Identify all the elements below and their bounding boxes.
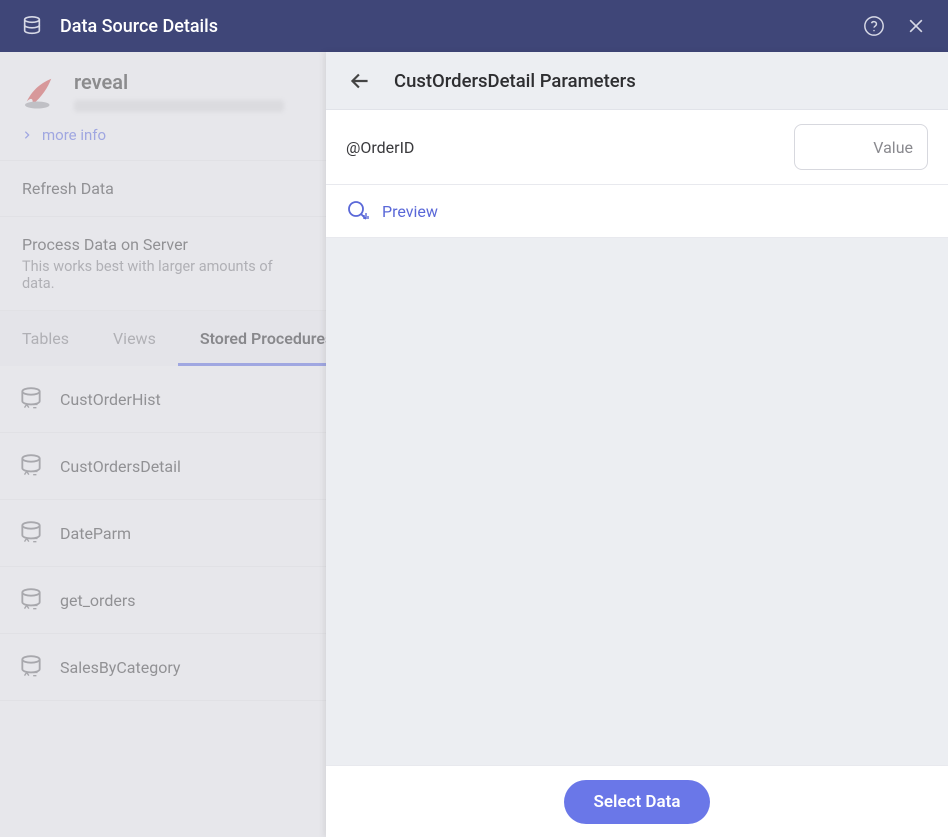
stored-proc-icon [18, 453, 44, 479]
list-item[interactable]: DateParm [0, 500, 326, 567]
procedure-list: CustOrderHist CustOrdersDetail [0, 366, 326, 837]
help-icon[interactable] [860, 12, 888, 40]
more-info-link[interactable]: more info [0, 116, 326, 160]
list-item[interactable]: get_orders [0, 567, 326, 634]
preview-label: Preview [382, 202, 438, 221]
proc-name: SalesByCategory [60, 658, 180, 677]
close-icon[interactable] [902, 12, 930, 40]
panel-title: CustOrdersDetail Parameters [394, 70, 636, 92]
datasource-header: reveal [0, 52, 326, 116]
select-data-button[interactable]: Select Data [564, 780, 711, 824]
parameters-panel: CustOrdersDetail Parameters @OrderID Pre… [326, 52, 948, 837]
titlebar: Data Source Details [0, 0, 948, 52]
stored-proc-icon [18, 520, 44, 546]
object-tabs: Tables Views Stored Procedures [0, 310, 326, 366]
left-panel: reveal more info Refresh Data Process Da… [0, 52, 326, 837]
process-on-server-sub: This works best with larger amounts of d… [22, 258, 304, 292]
panel-header: CustOrdersDetail Parameters [326, 52, 948, 110]
list-item[interactable]: SalesByCategory [0, 634, 326, 701]
datasource-subline [74, 100, 284, 112]
list-item[interactable]: CustOrdersDetail [0, 433, 326, 500]
process-on-server-title: Process Data on Server [22, 235, 304, 254]
stored-proc-icon [18, 654, 44, 680]
back-arrow-icon[interactable] [346, 67, 374, 95]
parameter-name: @OrderID [346, 138, 782, 157]
tab-tables[interactable]: Tables [0, 311, 91, 366]
preview-button[interactable]: Preview [326, 185, 948, 238]
panel-footer: Select Data [326, 765, 948, 837]
chevron-right-icon [22, 130, 32, 140]
more-info-label: more info [42, 126, 106, 144]
database-icon [18, 12, 46, 40]
preview-icon [346, 199, 370, 223]
refresh-data-row[interactable]: Refresh Data [0, 160, 326, 216]
refresh-data-label: Refresh Data [22, 179, 304, 198]
titlebar-title: Data Source Details [60, 16, 846, 37]
parameter-row: @OrderID [326, 110, 948, 185]
proc-name: DateParm [60, 524, 131, 543]
proc-name: CustOrdersDetail [60, 457, 181, 476]
process-on-server-row[interactable]: Process Data on Server This works best w… [0, 216, 326, 310]
stored-proc-icon [18, 386, 44, 412]
sqlserver-icon [18, 70, 60, 112]
list-item[interactable]: CustOrderHist [0, 366, 326, 433]
datasource-name: reveal [74, 70, 284, 94]
tab-views[interactable]: Views [91, 311, 178, 366]
proc-name: CustOrderHist [60, 390, 161, 409]
stored-proc-icon [18, 587, 44, 613]
parameter-value-input[interactable] [809, 138, 913, 157]
proc-name: get_orders [60, 591, 136, 610]
parameter-input-wrap [794, 124, 928, 170]
